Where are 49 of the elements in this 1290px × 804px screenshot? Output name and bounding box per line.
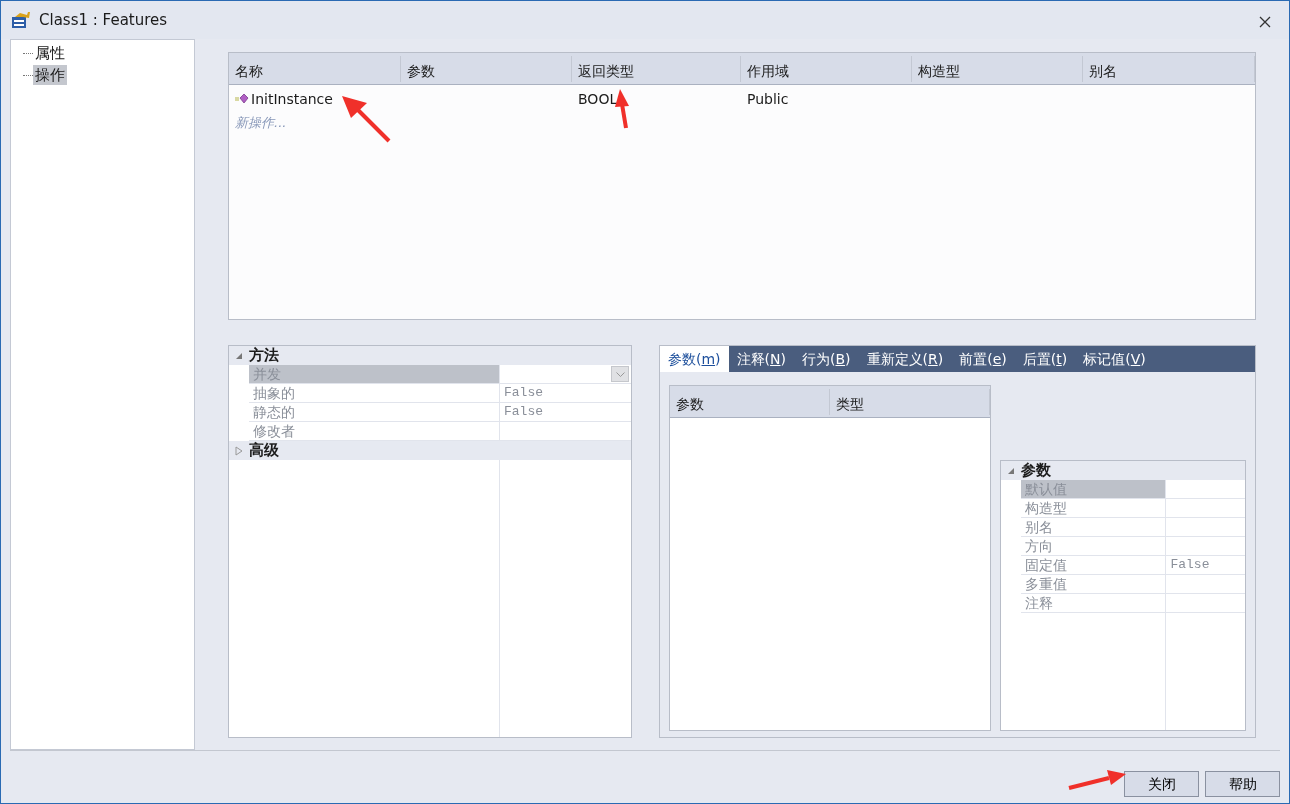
app-icon [11,11,31,29]
column-header[interactable]: 类型 [830,389,990,415]
property-name[interactable]: 多重值 [1021,575,1167,593]
operation-icon [235,93,249,105]
tab[interactable]: 重新定义(R) [858,346,952,372]
property-name[interactable]: 抽象的 [249,384,500,402]
property-name[interactable]: 构造型 [1021,499,1167,517]
property-name[interactable]: 静态的 [249,403,500,421]
group-header: 高级 [249,440,279,462]
dropdown-button[interactable] [611,366,629,382]
collapse-icon[interactable] [1007,466,1016,475]
close-icon [1259,15,1271,28]
tab[interactable]: 后置(t) [1014,346,1076,372]
table-cell-text: InitInstance [251,89,333,109]
column-header[interactable]: 返回类型 [572,56,741,82]
property-name[interactable]: 固定值 [1021,556,1167,574]
tab[interactable]: 注释(N) [728,346,794,372]
group-header: 方法 [249,345,279,367]
column-header[interactable]: 参数 [670,389,830,415]
annotation-arrow [342,96,391,143]
annotation-arrow [615,89,629,129]
property-value: False [1170,556,1210,574]
table-cell-text: Public [747,89,789,109]
property-name[interactable]: 方向 [1021,537,1167,555]
table-cell-text: BOOL [578,89,618,109]
tab[interactable]: 标记值(V) [1075,346,1154,372]
tab[interactable]: 前置(e) [951,346,1015,372]
expand-icon[interactable] [235,445,243,456]
chevron-down-icon [615,371,625,377]
tree-item[interactable]: 操作 [33,65,67,85]
property-name[interactable]: 别名 [1021,518,1167,536]
property-name[interactable]: 修改者 [249,422,500,440]
tab[interactable]: 行为(B) [794,346,859,372]
annotation-arrow [1068,770,1126,790]
column-header[interactable]: 作用域 [741,56,912,82]
tab[interactable]: 参数(m) [660,346,729,372]
column-header[interactable]: 构造型 [912,56,1083,82]
column-header[interactable]: 参数 [401,56,572,82]
collapse-icon[interactable] [235,351,243,360]
window-title: Class1 : Features [39,9,168,31]
dialog-button[interactable]: 关闭 [1124,771,1199,797]
dialog-button[interactable]: 帮助 [1205,771,1280,797]
group-header: 参数 [1021,460,1052,482]
tree-item[interactable]: 属性 [33,43,67,63]
property-name[interactable]: 注释 [1021,594,1167,612]
property-value: False [504,403,543,421]
property-value: False [504,384,543,402]
column-header[interactable]: 名称 [229,56,401,82]
column-header[interactable]: 别名 [1083,56,1255,82]
